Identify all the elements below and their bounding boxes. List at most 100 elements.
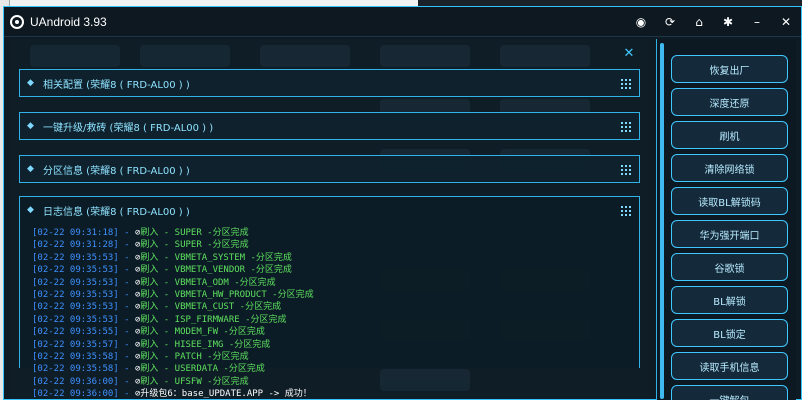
log-line: [02-22 09:35:57] - ⊘刷入 - HISEE_IMG -分区完成 (32, 339, 632, 351)
log-line: [02-22 09:35:53] - ⊘刷入 - VBMETA_HW_PRODU… (32, 289, 632, 301)
log-line: [02-22 09:31:18] - ⊘刷入 - SUPER -分区完成 (32, 227, 632, 239)
main-panel: ✕ ◆ 相关配置 (荣耀8 ( FRD-AL00 ) ) ◆ 一键升级/救砖 (… (10, 39, 650, 399)
sidebar-button[interactable]: 一键解包 (671, 385, 788, 400)
log-timestamp: [02-22 09:36:00] (32, 389, 119, 400)
grid-icon[interactable] (621, 122, 631, 132)
minimize-icon[interactable]: – (748, 13, 766, 31)
sidebar-scrollbar[interactable] (660, 43, 664, 399)
log-message: 刷入 - VBMETA_SYSTEM -分区完成 (140, 252, 292, 263)
log-line: [02-22 09:35:53] - ⊘刷入 - VBMETA_ODM -分区完… (32, 277, 632, 289)
layers-icon: ◆ (27, 120, 34, 131)
titlebar: UAndroid 3.93 ◉ ⟳ ⌂ ✱ – ✕ (4, 7, 801, 37)
log-message: 刷入 - MODEM_FW -分区完成 (140, 327, 265, 338)
log-timestamp: [02-22 09:35:58] (32, 351, 119, 362)
log-line: [02-22 09:35:55] - ⊘刷入 - MODEM_FW -分区完成 (32, 326, 632, 338)
log-line: [02-22 09:31:28] - ⊘刷入 - SUPER -分区完成 (32, 239, 632, 251)
globe-icon[interactable]: ◉ (632, 13, 650, 31)
log-separator: - (118, 302, 135, 313)
home-icon[interactable]: ⌂ (690, 13, 708, 31)
log-separator: - (118, 351, 135, 362)
grid-icon[interactable] (621, 79, 631, 89)
log-message: 刷入 - VBMETA_CUST -分区完成 (140, 302, 282, 313)
layers-icon: ◆ (27, 204, 34, 215)
titlebar-controls: ◉ ⟳ ⌂ ✱ – ✕ (632, 13, 795, 31)
log-line: [02-22 09:35:53] - ⊘刷入 - VBMETA_CUST -分区… (32, 301, 632, 313)
log-separator: - (118, 265, 135, 276)
log-separator: - (118, 376, 135, 387)
log-line: [02-22 09:35:58] - ⊘刷入 - PATCH -分区完成 (32, 351, 632, 363)
log-title: 日志信息 (荣耀8 ( FRD-AL00 ) ) (43, 206, 190, 218)
log-message: 刷入 - SUPER -分区完成 (140, 240, 249, 251)
sidebar-button[interactable]: BL锁定 (671, 319, 788, 347)
log-message: 刷入 - VBMETA_ODM -分区完成 (140, 277, 276, 288)
section-label: 一键升级/救砖 (荣耀8 ( FRD-AL00 ) ) (43, 122, 214, 134)
log-separator: - (118, 314, 135, 325)
log-message: 升级包6：base_UPDATE.APP -> 成功！ (140, 389, 312, 400)
log-timestamp: [02-22 09:35:53] (32, 252, 119, 263)
sidebar-button[interactable]: BL解锁 (671, 286, 788, 314)
refresh-icon[interactable]: ⟳ (661, 13, 679, 31)
section-label: 分区信息 (荣耀8 ( FRD-AL00 ) ) (43, 165, 190, 177)
log-message: 刷入 - PATCH -分区完成 (140, 351, 249, 362)
settings-icon[interactable]: ✱ (719, 13, 737, 31)
sidebar-button[interactable]: 读取手机信息 (671, 352, 788, 380)
log-timestamp: [02-22 09:35:53] (32, 277, 119, 288)
log-timestamp: [02-22 09:31:28] (32, 240, 119, 251)
log-message: 刷入 - UFSFW -分区完成 (140, 376, 249, 387)
log-separator: - (118, 252, 135, 263)
log-message: 刷入 - VBMETA_VENDOR -分区完成 (140, 265, 292, 276)
log-separator: - (118, 364, 135, 375)
section-upgrade[interactable]: ◆ 一键升级/救砖 (荣耀8 ( FRD-AL00 ) ) (19, 112, 640, 140)
log-separator: - (118, 240, 135, 251)
panel-close-icon[interactable]: ✕ (622, 47, 636, 61)
section-partition[interactable]: ◆ 分区信息 (荣耀8 ( FRD-AL00 ) ) (19, 155, 640, 183)
action-sidebar: 恢复出厂深度还原刷机清除网络锁读取BL解锁码 华为强开端口 谷歌锁 BL解锁 BL锁定读… (656, 39, 796, 400)
log-timestamp: [02-22 09:36:00] (32, 376, 119, 387)
log-line: [02-22 09:36:00] - ⊘升级包6：base_UPDATE.APP… (32, 388, 632, 400)
log-timestamp: [02-22 09:35:55] (32, 327, 119, 338)
log-separator: - (118, 339, 135, 350)
log-header[interactable]: ◆ 日志信息 (荣耀8 ( FRD-AL00 ) ) (20, 197, 639, 223)
layers-icon: ◆ (27, 163, 34, 174)
app-title: UAndroid 3.93 (30, 14, 107, 29)
log-timestamp: [02-22 09:35:53] (32, 265, 119, 276)
log-message: 刷入 - ISP_FIRMWARE -分区完成 (140, 314, 287, 325)
log-line: [02-22 09:36:00] - ⊘刷入 - UFSFW -分区完成 (32, 376, 632, 388)
log-message: 刷入 - HISEE_IMG -分区完成 (140, 339, 271, 350)
log-timestamp: [02-22 09:35:53] (32, 314, 119, 325)
log-line: [02-22 09:35:53] - ⊘刷入 - VBMETA_VENDOR -… (32, 264, 632, 276)
grid-icon[interactable] (621, 165, 631, 175)
layers-icon: ◆ (27, 77, 34, 88)
log-timestamp: [02-22 09:35:57] (32, 339, 119, 350)
app-window: UAndroid 3.93 ◉ ⟳ ⌂ ✱ – ✕ ✕ ◆ 相关配置 (荣耀8 … (3, 6, 802, 400)
log-message: 刷入 - SUPER -分区完成 (140, 228, 249, 238)
log-line: [02-22 09:35:58] - ⊘刷入 - USERDATA -分区完成 (32, 363, 632, 375)
sidebar-button[interactable]: 清除网络锁 (671, 154, 788, 182)
sidebar-button[interactable]: 读取BL解锁码 (671, 187, 788, 215)
section-label: 相关配置 (荣耀8 ( FRD-AL00 ) ) (43, 79, 190, 91)
log-message: 刷入 - USERDATA -分区完成 (140, 364, 265, 375)
log-separator: - (118, 289, 135, 300)
log-separator: - (118, 389, 135, 400)
log-separator: - (118, 277, 135, 288)
log-line: [02-22 09:35:53] - ⊘刷入 - ISP_FIRMWARE -分… (32, 314, 632, 326)
log-timestamp: [02-22 09:35:58] (32, 364, 119, 375)
log-message: 刷入 - VBMETA_HW_PRODUCT -分区完成 (140, 289, 314, 300)
sidebar-button[interactable]: 刷机 (671, 121, 788, 149)
log-separator: - (118, 327, 135, 338)
app-logo-icon (10, 14, 24, 29)
sidebar-button[interactable]: 华为强开端口 (671, 220, 788, 248)
section-config[interactable]: ◆ 相关配置 (荣耀8 ( FRD-AL00 ) ) (19, 69, 640, 97)
sidebar-button[interactable]: 谷歌锁 (671, 253, 788, 281)
log-separator: - (118, 228, 135, 238)
sidebar-button[interactable]: 深度还原 (671, 88, 788, 116)
log-timestamp: [02-22 09:31:18] (32, 228, 119, 238)
section-log: ◆ 日志信息 (荣耀8 ( FRD-AL00 ) ) [02-22 09:31:… (19, 196, 640, 399)
log-line: [02-22 09:35:53] - ⊘刷入 - VBMETA_SYSTEM -… (32, 252, 632, 264)
grid-icon[interactable] (621, 206, 631, 216)
close-icon[interactable]: ✕ (777, 13, 795, 31)
log-timestamp: [02-22 09:35:53] (32, 302, 119, 313)
sidebar-button[interactable]: 恢复出厂 (671, 55, 788, 83)
log-list: [02-22 09:31:18] - ⊘刷入 - SUPER -分区完成 [02-… (32, 227, 632, 400)
log-timestamp: [02-22 09:35:53] (32, 289, 119, 300)
